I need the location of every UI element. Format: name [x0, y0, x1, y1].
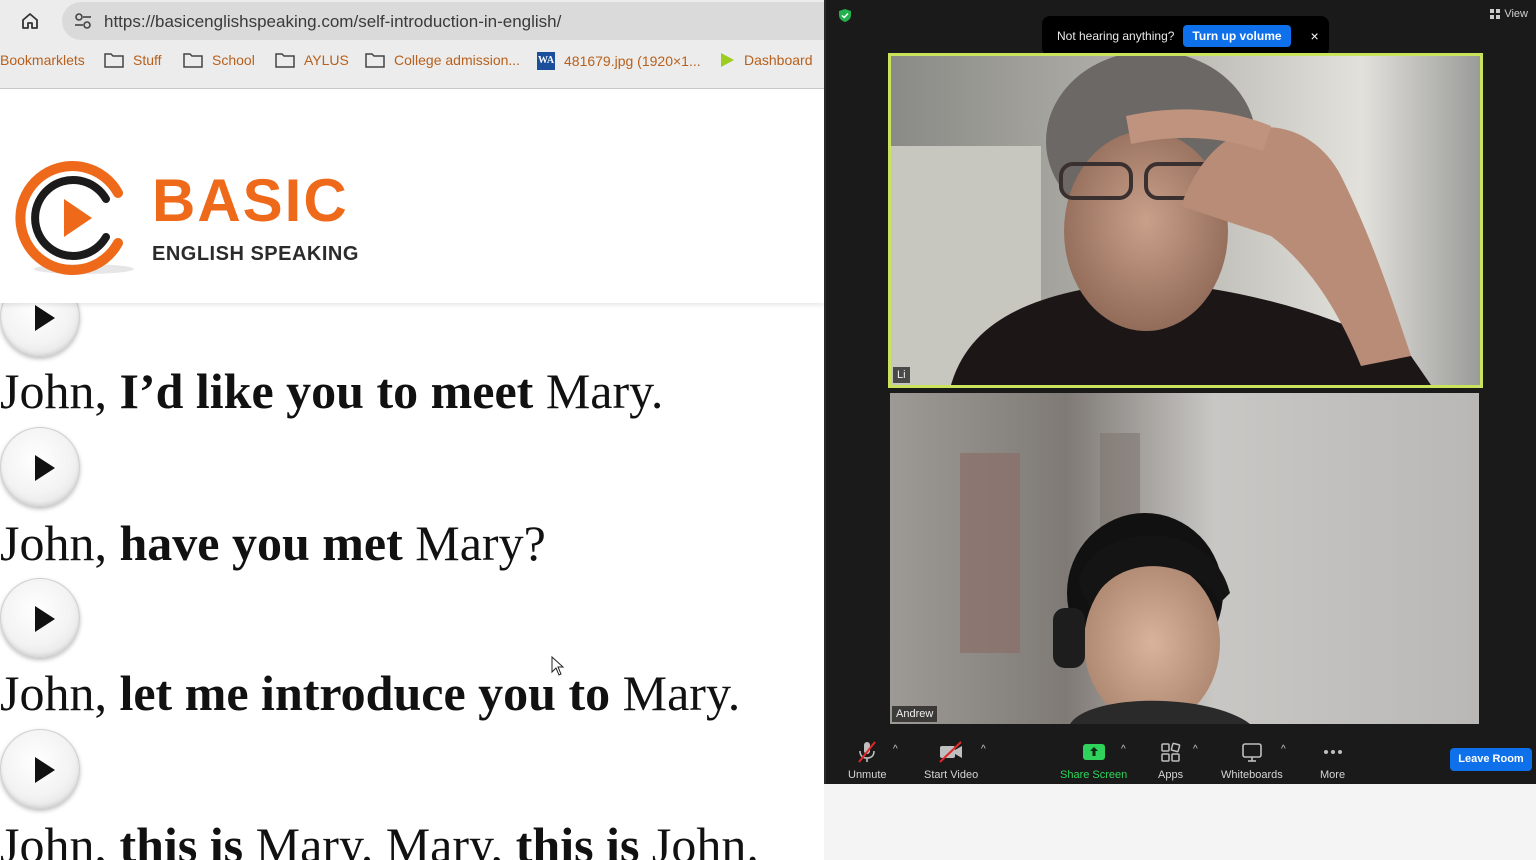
site-logo-icon[interactable]	[14, 155, 144, 280]
phrase-text: John,	[0, 817, 120, 860]
share-screen-button[interactable]: Share Screen	[1060, 740, 1127, 781]
phrase-text: Mary. Mary,	[243, 817, 516, 860]
bookmark-label: AYLUS	[304, 52, 349, 68]
share-options-chevron-up-icon[interactable]: ^	[1121, 744, 1126, 755]
participant-video-tile[interactable]: Andrew	[890, 393, 1479, 724]
bookmark-dashboard[interactable]: Dashboard	[720, 52, 813, 68]
participant-video-feed	[890, 393, 1479, 724]
bookmark-label: College admission...	[394, 52, 521, 68]
whiteboard-icon	[1242, 743, 1262, 762]
audio-play-button[interactable]	[0, 578, 80, 658]
phrase-bold: let me introduce you to	[119, 665, 611, 721]
leave-room-button[interactable]: Leave Room	[1450, 748, 1532, 771]
phrase-2: John, have you met Mary?	[0, 518, 546, 568]
apps-label: Apps	[1158, 769, 1184, 781]
zoom-meeting-window: View Not hearing anything? Turn up volum…	[824, 0, 1536, 784]
site-settings-icon[interactable]	[72, 10, 94, 32]
phrase-text: Mary.	[610, 665, 741, 721]
participant-video-feed	[891, 56, 1480, 385]
logo-wordmark[interactable]: BASIC	[152, 171, 349, 231]
logo-subtitle: ENGLISH SPEAKING	[152, 243, 359, 265]
bookmark-image[interactable]: WA 481679.jpg (1920×1...	[537, 52, 701, 70]
folder-icon	[365, 53, 385, 68]
more-button[interactable]: More	[1320, 740, 1345, 781]
audio-play-button[interactable]	[0, 729, 80, 809]
view-button[interactable]: View	[1490, 8, 1528, 20]
bookmark-label: Stuff	[133, 52, 162, 68]
phrase-text: Mary?	[402, 515, 546, 571]
whiteboards-button[interactable]: Whiteboards	[1221, 740, 1283, 781]
share-screen-icon	[1082, 744, 1105, 760]
participant-video-tile[interactable]: Li	[888, 53, 1483, 388]
unmute-button[interactable]: Unmute	[848, 740, 887, 781]
audio-play-button[interactable]	[0, 427, 80, 507]
phrase-text: Mary.	[533, 363, 664, 419]
url-text[interactable]: https://basicenglishspeaking.com/self-in…	[104, 12, 561, 32]
bookmark-bookmarklets[interactable]: Bookmarklets	[0, 52, 85, 68]
start-video-label: Start Video	[924, 769, 979, 781]
encryption-shield-icon[interactable]	[838, 8, 852, 23]
audio-notice-banner: Not hearing anything? Turn up volume ×	[1042, 16, 1329, 56]
share-screen-label: Share Screen	[1060, 769, 1128, 781]
start-video-button[interactable]: Start Video	[924, 740, 978, 781]
bookmark-school[interactable]: School	[183, 52, 255, 68]
bookmark-stuff[interactable]: Stuff	[104, 52, 162, 68]
phrase-3: John, let me introduce you to Mary.	[0, 668, 740, 718]
folder-icon	[275, 53, 295, 68]
whiteboard-options-chevron-up-icon[interactable]: ^	[1281, 744, 1286, 755]
audio-options-chevron-up-icon[interactable]: ^	[893, 744, 898, 755]
notice-text: Not hearing anything?	[1057, 29, 1175, 43]
bookmark-aylus[interactable]: AYLUS	[275, 52, 349, 68]
participant-name-tag: Andrew	[892, 706, 938, 722]
browser-chrome: https://basicenglishspeaking.com/self-in…	[0, 0, 842, 89]
more-label: More	[1320, 769, 1346, 781]
video-camera-off-icon	[939, 741, 963, 763]
desktop-background	[824, 784, 1536, 860]
apps-icon	[1160, 742, 1180, 762]
phrase-bold: I’d like you to meet	[119, 363, 534, 419]
grid-view-icon	[1490, 9, 1501, 19]
phrase-text: John,	[0, 363, 120, 419]
bookmark-label: 481679.jpg (1920×1...	[564, 53, 701, 69]
phrase-text: John,	[0, 665, 120, 721]
folder-icon	[104, 53, 124, 68]
phrase-4: John, this is Mary. Mary, this is John.	[0, 820, 759, 860]
play-triangle-icon	[721, 53, 734, 67]
participant-name-tag: Li	[893, 367, 910, 383]
folder-icon	[183, 53, 203, 68]
turn-up-volume-button[interactable]: Turn up volume	[1183, 25, 1291, 47]
apps-button[interactable]: Apps	[1158, 740, 1183, 781]
phrase-text: John.	[639, 817, 759, 860]
microphone-muted-icon	[858, 741, 877, 763]
view-label: View	[1504, 8, 1528, 20]
phrase-text: John,	[0, 515, 120, 571]
bookmark-label: School	[212, 52, 255, 68]
unmute-label: Unmute	[848, 769, 887, 781]
site-header: BASIC ENGLISH SPEAKING	[0, 89, 824, 303]
bookmark-label: Dashboard	[744, 52, 813, 68]
mouse-cursor-icon	[551, 656, 565, 676]
bookmarks-bar: Bookmarklets Stuff School AYLUS College …	[0, 52, 824, 78]
address-bar[interactable]: https://basicenglishspeaking.com/self-in…	[62, 2, 842, 40]
close-icon[interactable]: ×	[1311, 28, 1319, 44]
video-options-chevron-up-icon[interactable]: ^	[981, 744, 986, 755]
whiteboards-label: Whiteboards	[1221, 769, 1283, 781]
meeting-toolbar: Unmute ^ Start Video ^ Share Screen ^ Ap…	[826, 734, 1536, 784]
bookmark-label: Bookmarklets	[0, 52, 85, 68]
web-page: BASIC ENGLISH SPEAKING John, I’d like yo…	[0, 89, 824, 860]
phrase-1: John, I’d like you to meet Mary.	[0, 366, 663, 416]
phrase-bold: have you met	[119, 515, 403, 571]
bookmark-college-admission[interactable]: College admission...	[365, 52, 520, 68]
home-icon[interactable]	[16, 8, 44, 34]
more-dots-icon	[1323, 750, 1342, 754]
wallpaper-site-icon: WA	[537, 52, 555, 70]
phrase-bold: this is	[119, 817, 244, 860]
phrase-bold: this is	[515, 817, 640, 860]
apps-options-chevron-up-icon[interactable]: ^	[1193, 744, 1198, 755]
